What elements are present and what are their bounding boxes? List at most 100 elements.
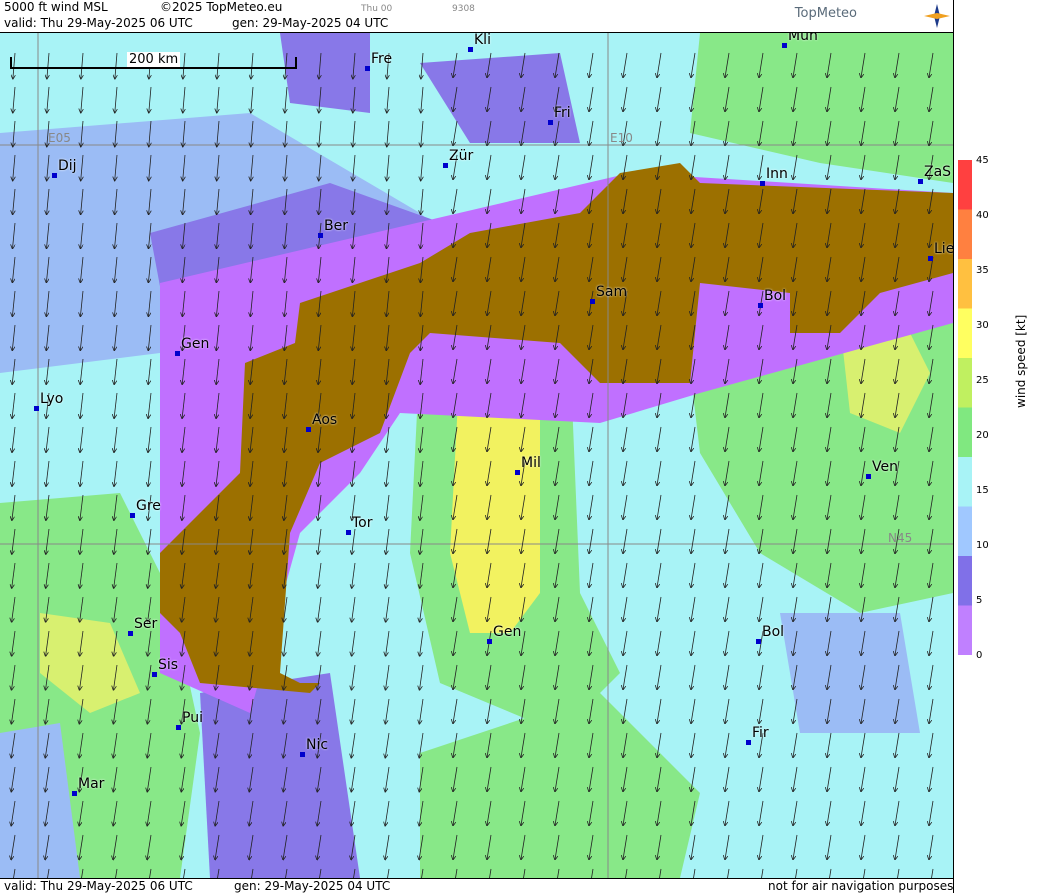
wind-arrow [623,664,628,689]
wind-arrow [759,766,764,791]
city-dot [548,120,553,125]
legend-color-segment [958,259,972,309]
legend-tick-label: 45 [976,155,989,166]
wind-arrow [589,52,594,77]
wind-map[interactable]: 200 km E05 E10 N45 Fre Kli Mün Fri Dij Zür Inn… [0,33,953,878]
wind-arrow [827,800,832,825]
wind-arrow [453,698,458,723]
wind-arrow [623,528,628,553]
city-dot [468,47,473,52]
wind-arrow [386,596,390,622]
wind-arrow [895,732,900,757]
legend-colorbar [958,160,972,655]
city-label: Lie [934,241,953,257]
legend-tick-label: 0 [976,650,983,661]
small-label-1: Thu 00 [361,4,393,14]
wind-arrow [387,120,389,147]
wind-arrow [351,732,356,758]
legend-color-segment [958,160,972,210]
city-dot [175,351,180,356]
footer: valid: Thu 29-May-2025 06 UTC gen: 29-Ma… [0,878,953,894]
disclaimer: not for air navigation purposes [768,879,954,893]
wind-arrow [148,426,152,452]
wind-arrow [351,766,356,792]
wind-arrow [386,664,390,690]
wind-arrow [12,460,16,486]
wind-arrow [691,52,696,77]
wind-zone-violet-n2 [420,53,580,143]
wind-arrow [589,154,594,179]
wind-arrow [657,630,662,655]
wind-arrow [555,154,560,179]
wind-arrow [80,460,84,486]
city-label: Gen [493,624,522,640]
legend-color-segment [958,605,972,655]
legend-tick-label: 5 [976,595,983,606]
wind-arrow [385,698,390,724]
wind-arrow [929,630,934,655]
wind-arrow [352,664,356,690]
wind-arrow [761,868,764,878]
wind-zone-violet-sw [200,673,360,878]
wind-arrow [318,562,322,588]
wind-arrow [929,800,934,825]
wind-arrow [929,834,934,859]
wind-arrow [386,630,390,656]
wind-arrow [183,868,186,878]
wind-arrow [725,664,730,689]
wind-arrow [827,834,832,859]
wind-arrow [691,834,696,859]
wind-arrow [487,154,492,179]
wind-arrow [691,460,696,485]
city-dot [515,470,520,475]
wind-arrow [861,800,866,825]
wind-arrow [725,732,730,757]
wind-arrow [387,868,390,878]
city-label: Sam [596,284,628,300]
wind-arrow [353,120,355,147]
city-label: Kli [474,33,491,48]
legend-tick-label: 20 [976,430,989,441]
legend-color-segment [958,506,972,557]
wind-arrow [861,766,866,791]
wind-arrow [589,426,594,451]
wind-arrow [931,868,934,878]
wind-arrow [148,358,152,384]
city-dot [758,303,763,308]
wind-arrow [421,154,423,181]
footer-gen: gen: 29-May-2025 04 UTC [234,879,391,893]
wind-arrow [657,86,662,111]
wind-arrow [46,460,50,486]
wind-arrow [114,460,118,486]
wind-arrow [387,86,389,113]
city-dot [318,233,323,238]
wind-arrow [80,426,84,452]
wind-arrow [929,732,934,757]
city-dot [487,639,492,644]
city-label: Lyo [40,391,64,407]
wind-arrow [657,52,662,77]
small-label-2: 9308 [452,4,475,14]
city-label: Ven [872,459,898,475]
city-label: Aos [312,412,338,428]
wind-arrow [657,426,662,451]
wind-arrow [589,528,594,553]
wind-arrow [725,698,730,723]
wind-arrow [657,494,662,519]
wind-arrow [929,664,934,689]
wind-arrow [385,800,390,826]
wind-arrow [895,766,900,791]
wind-arrow [114,426,118,452]
city-dot [590,299,595,304]
legend-tick-label: 35 [976,265,989,276]
grid-label-e05: E05 [48,131,71,145]
wind-arrow [386,528,390,554]
city-label: Zür [449,148,474,164]
wind-arrow [13,86,15,113]
city-dot [746,740,751,745]
wind-arrow [351,800,356,826]
wind-arrow [589,120,594,145]
city-label: Fir [752,725,769,741]
wind-arrow [759,596,764,621]
wind-arrow [217,86,219,113]
